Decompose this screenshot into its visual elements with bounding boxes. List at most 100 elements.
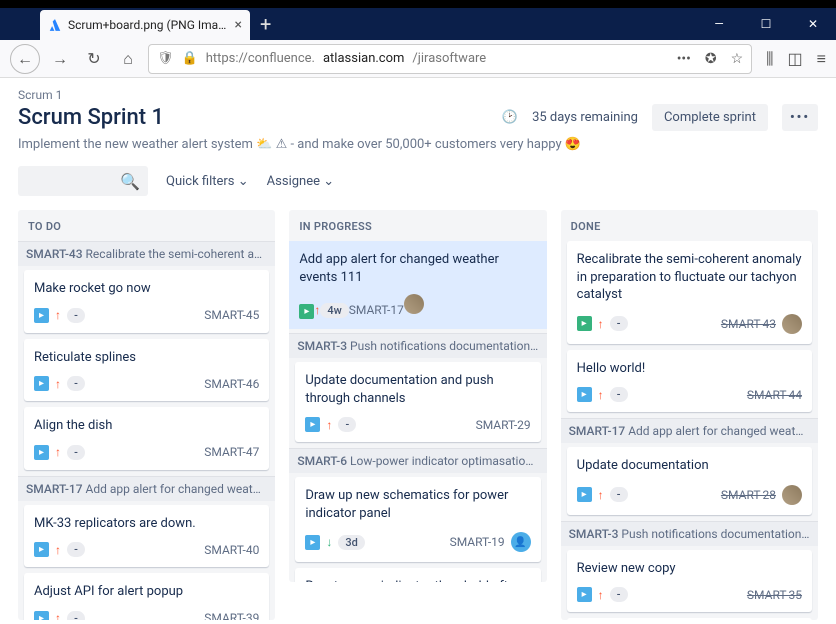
card[interactable]: Adjust API for alert popup ▸ ↑- SMART-39 xyxy=(24,573,269,620)
close-window-button[interactable]: ✕ xyxy=(790,9,836,39)
task-icon: ▸ xyxy=(34,611,49,620)
assignee-dropdown[interactable]: Assignee ⌄ xyxy=(267,174,334,189)
maximize-button[interactable]: ☐ xyxy=(743,9,789,39)
minimize-button[interactable]: — xyxy=(696,9,742,39)
issue-key: SMART-47 xyxy=(204,445,259,459)
estimate: - xyxy=(610,487,628,502)
sprint-subtitle: Implement the new weather alert system ⛅… xyxy=(18,137,818,152)
swimlane-header[interactable]: SMART-17 Add app alert for changed weath… xyxy=(561,418,818,443)
task-icon: ▸ xyxy=(577,587,592,602)
issue-key: SMART-39 xyxy=(204,611,259,620)
priority-up-icon: ↑ xyxy=(55,377,61,391)
swimlane-header[interactable]: SMART-43 Recalibrate the semi-coherent a… xyxy=(18,241,275,266)
task-icon: ▸ xyxy=(577,487,592,502)
card[interactable]: Make rocket go now ▸↑-SMART-45 xyxy=(24,270,269,333)
quick-filters-dropdown[interactable]: Quick filters ⌄ xyxy=(166,174,249,189)
priority-up-icon: ↑ xyxy=(598,317,604,331)
estimate: - xyxy=(67,376,85,391)
card-title: Update documentation xyxy=(577,457,802,475)
card-title: Review new copy xyxy=(577,560,802,578)
task-icon: ▸ xyxy=(34,542,49,557)
card[interactable]: Reticulate splines ▸ ↑- SMART-46 xyxy=(24,339,269,402)
close-tab-icon[interactable]: × xyxy=(235,17,242,33)
avatar xyxy=(782,485,802,505)
reload-button[interactable]: ↻ xyxy=(80,45,108,73)
card[interactable]: Update documentation and push through ch… xyxy=(295,362,540,442)
card-title: Hello world! xyxy=(577,360,802,378)
card[interactable]: Add app alert for changed weather events… xyxy=(289,241,546,329)
url-prefix: https://confluence. xyxy=(206,51,315,66)
page-content: Scrum 1 Scrum Sprint 1 🕑 35 days remaini… xyxy=(0,78,836,624)
card-title: Reticulate splines xyxy=(34,349,259,367)
estimate: 3d xyxy=(338,535,364,550)
priority-down-icon: ↓ xyxy=(326,535,332,549)
browser-toolbar: ← → ↻ ⌂ 🛡 🔒 https://confluence.atlassian… xyxy=(0,40,836,78)
protection-toggle-icon[interactable]: ✪ xyxy=(705,51,717,67)
avatar xyxy=(404,294,424,314)
swimlane-header[interactable]: SMART-3 Push notifications documentation… xyxy=(561,521,818,546)
menu-icon[interactable]: ≡ xyxy=(817,49,826,69)
back-button[interactable]: ← xyxy=(10,44,40,74)
chevron-down-icon: ⌄ xyxy=(238,174,249,189)
new-tab-button[interactable]: + xyxy=(260,12,271,36)
card[interactable]: Draw up new schematics for power indicat… xyxy=(295,477,540,562)
priority-up-icon: ↑ xyxy=(55,543,61,557)
card[interactable]: Hello world! ▸↑-SMART-44 xyxy=(567,350,812,413)
issue-key: SMART-44 xyxy=(747,388,802,402)
tab-title: Scrum+board.png (PNG Image xyxy=(68,18,229,32)
card[interactable]: Review new copy ▸↑-SMART-35 xyxy=(567,550,812,613)
priority-up-icon: ↑ xyxy=(55,611,61,620)
swimlane-header[interactable]: SMART-17 Add app alert for changed weath… xyxy=(18,476,275,501)
card-title: Adjust API for alert popup xyxy=(34,583,259,601)
estimate: - xyxy=(67,611,85,620)
task-icon: ▸ xyxy=(34,376,49,391)
ellipsis-icon[interactable]: ••• xyxy=(677,51,691,67)
search-icon: 🔍 xyxy=(120,172,140,191)
priority-up-icon: ↑ xyxy=(326,418,332,432)
url-bar[interactable]: 🛡 🔒 https://confluence.atlassian.com/jir… xyxy=(148,44,752,74)
card-title: Draw up new schematics for power indicat… xyxy=(305,487,530,522)
story-icon: ▸ xyxy=(577,316,592,331)
more-actions-button[interactable]: ••• xyxy=(782,104,818,131)
home-button[interactable]: ⌂ xyxy=(114,45,142,73)
card[interactable]: Update documentation ▸↑-SMART-28 xyxy=(567,447,812,515)
library-icon[interactable]: ⫼ xyxy=(766,49,773,69)
shield-icon: 🛡 xyxy=(157,51,174,66)
card[interactable]: Low-power indicator optimasation on mode… xyxy=(567,618,812,620)
task-icon: ▸ xyxy=(34,308,49,323)
estimate: - xyxy=(67,308,85,323)
page-title: Scrum Sprint 1 xyxy=(18,105,164,130)
priority-up-icon: ↑ xyxy=(55,308,61,322)
search-input[interactable]: 🔍 xyxy=(18,166,148,196)
card-title: Reset power-indicator threshold after fa… xyxy=(305,578,530,582)
card-title: Add app alert for changed weather events… xyxy=(299,251,536,286)
card[interactable]: Recalibrate the semi-coherent anomaly in… xyxy=(567,241,812,344)
window-controls: — ☐ ✕ xyxy=(696,8,836,40)
card-title: MK-33 replicators are down. xyxy=(34,515,259,533)
forward-button[interactable]: → xyxy=(46,45,74,73)
issue-key: SMART-17 xyxy=(349,303,404,317)
column-header: IN PROGRESS xyxy=(289,210,546,241)
chevron-down-icon: ⌄ xyxy=(323,174,334,189)
column-header: TO DO xyxy=(18,210,275,241)
column-in-progress: IN PROGRESS Add app alert for changed we… xyxy=(289,210,546,582)
story-icon: ▸ xyxy=(299,304,314,319)
estimate: - xyxy=(610,387,628,402)
card[interactable]: Reset power-indicator threshold after fa… xyxy=(295,568,540,582)
card[interactable]: Align the dish ▸↑-SMART-47 xyxy=(24,407,269,470)
avatar xyxy=(782,314,802,334)
breadcrumb[interactable]: Scrum 1 xyxy=(18,88,818,102)
clock-icon: 🕑 xyxy=(502,110,518,125)
sidebar-icon[interactable]: ◫ xyxy=(788,49,803,69)
issue-key: SMART-46 xyxy=(204,377,259,391)
swimlane-header[interactable]: SMART-6 Low-power indicator optimasation… xyxy=(289,448,546,473)
estimate: - xyxy=(338,417,356,432)
days-remaining: 35 days remaining xyxy=(532,110,638,125)
priority-up-icon: ↑ xyxy=(598,588,604,602)
atlassian-icon xyxy=(48,18,62,32)
bookmark-icon[interactable]: ☆ xyxy=(731,51,744,67)
swimlane-header[interactable]: SMART-3 Push notifications documentation… xyxy=(289,333,546,358)
complete-sprint-button[interactable]: Complete sprint xyxy=(652,104,768,131)
browser-tab[interactable]: Scrum+board.png (PNG Image × xyxy=(40,10,250,40)
card[interactable]: MK-33 replicators are down. ▸↑-SMART-40 xyxy=(24,505,269,568)
